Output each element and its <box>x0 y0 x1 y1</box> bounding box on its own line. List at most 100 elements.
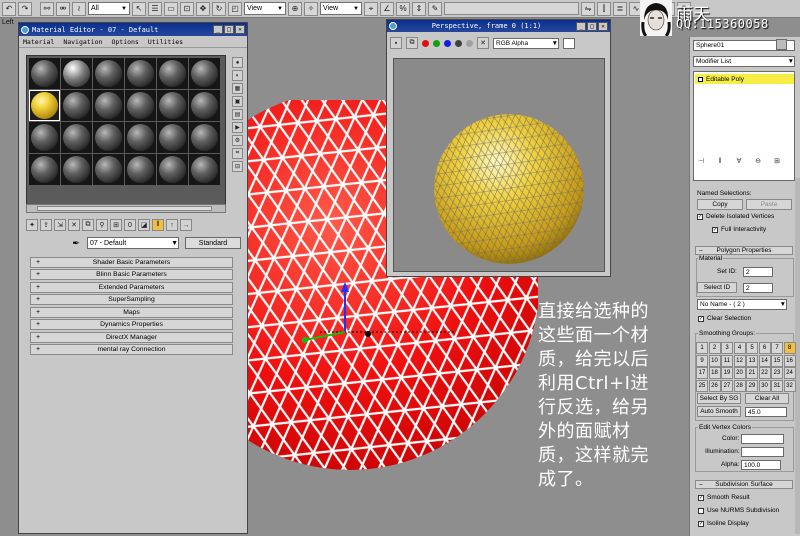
clear-all-button[interactable]: Clear All <box>745 393 789 404</box>
sample-slot[interactable] <box>29 122 60 153</box>
smoothing-group-button[interactable]: 4 <box>733 342 746 354</box>
smoothing-group-button[interactable]: 21 <box>746 367 758 379</box>
material-name-dropdown[interactable]: No Name - ( 2 ) ▼ <box>697 299 787 310</box>
select-rotate-icon[interactable]: ↻ <box>212 1 226 16</box>
rollout-directx[interactable]: + DirectX Manager <box>30 331 233 343</box>
minimize-icon[interactable]: _ <box>576 21 586 31</box>
smoothing-group-button[interactable]: 11 <box>721 354 733 367</box>
sample-slot[interactable] <box>29 154 60 185</box>
reference-coordinate-dropdown[interactable]: View ▼ <box>244 2 286 15</box>
smoothing-group-button[interactable]: 24 <box>783 367 796 379</box>
percent-snap-icon[interactable]: % <box>396 1 410 16</box>
smoothing-group-button[interactable]: 14 <box>758 354 771 367</box>
rollout-mental-ray[interactable]: + mental ray Connection <box>30 344 233 356</box>
sample-slot[interactable] <box>157 90 188 121</box>
isoline-display-checkbox[interactable]: ✓ Isoline Display <box>698 520 749 527</box>
pivot-center-icon[interactable]: ⊕ <box>288 1 302 16</box>
select-move-icon[interactable]: ✥ <box>196 1 210 16</box>
viewport-label[interactable]: Left <box>2 19 14 26</box>
set-id-spinner[interactable]: 2 <box>743 267 773 277</box>
select-by-name-icon[interactable]: ☰ <box>148 1 162 16</box>
spinner-snap-icon[interactable]: ⇕ <box>412 1 426 16</box>
put-to-scene-icon[interactable]: ⇪ <box>40 219 52 231</box>
smoothing-group-button[interactable]: 28 <box>733 379 746 392</box>
sample-slot[interactable] <box>157 122 188 153</box>
smoothing-group-button[interactable]: 16 <box>783 354 796 367</box>
video-color-check-icon[interactable]: ▤ <box>232 109 243 120</box>
make-unique-icon[interactable]: ∀ <box>734 156 744 166</box>
show-map-in-viewport-icon[interactable]: ◪ <box>138 219 150 231</box>
smoothing-group-button[interactable]: 13 <box>746 354 758 367</box>
menu-options[interactable]: Options <box>111 38 138 46</box>
sample-slot[interactable] <box>93 154 124 185</box>
smoothing-group-button[interactable]: 2 <box>708 342 721 354</box>
sample-slot[interactable] <box>189 58 220 89</box>
smoothing-group-button[interactable]: 32 <box>783 379 796 392</box>
sample-slot-selected[interactable] <box>29 90 60 121</box>
stack-item-editable-poly[interactable]: Editable Poly <box>695 74 794 84</box>
rollout-subdivision-surface[interactable]: – Subdivision Surface <box>695 480 793 489</box>
close-icon[interactable]: ✕ <box>235 25 245 34</box>
redo-icon[interactable]: ↷ <box>18 1 32 16</box>
view-dropdown[interactable]: View ▼ <box>320 2 362 15</box>
smoothing-group-button[interactable]: 29 <box>746 379 758 392</box>
smoothing-group-button[interactable]: 20 <box>733 367 746 379</box>
material-name-field[interactable]: 07 - Default ▼ <box>87 237 179 249</box>
smoothing-group-button[interactable]: 26 <box>708 379 721 392</box>
red-channel-icon[interactable] <box>422 39 429 47</box>
sample-slot[interactable] <box>157 154 188 185</box>
snap-toggle-icon[interactable]: ⌖ <box>364 1 378 16</box>
selection-filter-dropdown[interactable]: All ▼ <box>88 2 130 15</box>
angle-snap-icon[interactable]: ∠ <box>380 1 394 16</box>
object-color-swatch[interactable] <box>776 39 787 50</box>
rollout-supersampling[interactable]: + SuperSampling <box>30 294 233 306</box>
smoothing-group-button-active[interactable]: 8 <box>783 342 796 354</box>
smoothing-group-button[interactable]: 10 <box>708 354 721 367</box>
sample-slot[interactable] <box>189 122 220 153</box>
select-id-spinner[interactable]: 2 <box>743 283 773 293</box>
select-by-material-icon[interactable]: ⌗ <box>232 148 243 159</box>
sample-slot[interactable] <box>189 154 220 185</box>
unlink-icon[interactable]: ⚮ <box>56 1 70 16</box>
rollout-blinn-basic[interactable]: + Blinn Basic Parameters <box>30 269 233 281</box>
menu-navigation[interactable]: Navigation <box>63 38 102 46</box>
smoothing-group-button[interactable]: 18 <box>708 367 721 379</box>
get-material-icon[interactable]: ✦ <box>26 219 38 231</box>
sample-slot[interactable] <box>93 90 124 121</box>
select-id-button[interactable]: Select ID <box>697 282 737 293</box>
menu-material[interactable]: Material <box>23 38 54 46</box>
go-forward-to-sibling-icon[interactable]: → <box>180 219 192 231</box>
green-channel-icon[interactable] <box>433 39 440 47</box>
paste-button[interactable]: Paste <box>746 199 792 210</box>
options-icon[interactable]: ⚙ <box>232 135 243 146</box>
sample-slot[interactable] <box>61 58 92 89</box>
illumination-color-swatch[interactable] <box>741 447 784 457</box>
sample-slot[interactable] <box>61 122 92 153</box>
sample-slot[interactable] <box>29 58 60 89</box>
use-nurms-checkbox[interactable]: Use NURMS Subdivision <box>698 507 779 514</box>
undo-icon[interactable]: ↶ <box>2 1 16 16</box>
sample-slot[interactable] <box>189 90 220 121</box>
assign-to-selection-icon[interactable]: ⇲ <box>54 219 66 231</box>
command-panel-scrollbar[interactable] <box>795 178 800 534</box>
sample-slot[interactable] <box>61 154 92 185</box>
uv-tiling-icon[interactable]: ▣ <box>232 96 243 107</box>
clear-icon[interactable]: ✕ <box>477 37 489 49</box>
rollout-polygon-properties[interactable]: – Polygon Properties <box>695 246 793 255</box>
go-to-parent-icon[interactable]: ↑ <box>166 219 178 231</box>
smoothing-group-button[interactable]: 27 <box>721 379 733 392</box>
material-editor-title-bar[interactable]: Material Editor - 07 - Default _ □ ✕ <box>19 23 247 36</box>
show-end-result-icon[interactable]: ⫴ <box>152 219 164 231</box>
auto-smooth-spinner[interactable]: 45.0 <box>745 407 787 417</box>
auto-smooth-button[interactable]: Auto Smooth <box>697 406 741 417</box>
save-bitmap-icon[interactable]: ▪ <box>390 37 402 49</box>
select-manipulate-icon[interactable]: ✧ <box>304 1 318 16</box>
sample-slot-scrollbar[interactable] <box>26 204 226 213</box>
menu-utilities[interactable]: Utilities <box>148 38 183 46</box>
window-crossing-icon[interactable]: ⊡ <box>180 1 194 16</box>
delete-isolated-checkbox[interactable]: ✓ Delete Isolated Vertices <box>697 213 774 220</box>
full-interactivity-checkbox[interactable]: ✓ Full Interactivity <box>712 226 766 233</box>
pin-stack-icon[interactable]: ⊣ <box>696 156 706 166</box>
smoothing-group-button[interactable]: 7 <box>771 342 783 354</box>
sample-slot[interactable] <box>93 122 124 153</box>
